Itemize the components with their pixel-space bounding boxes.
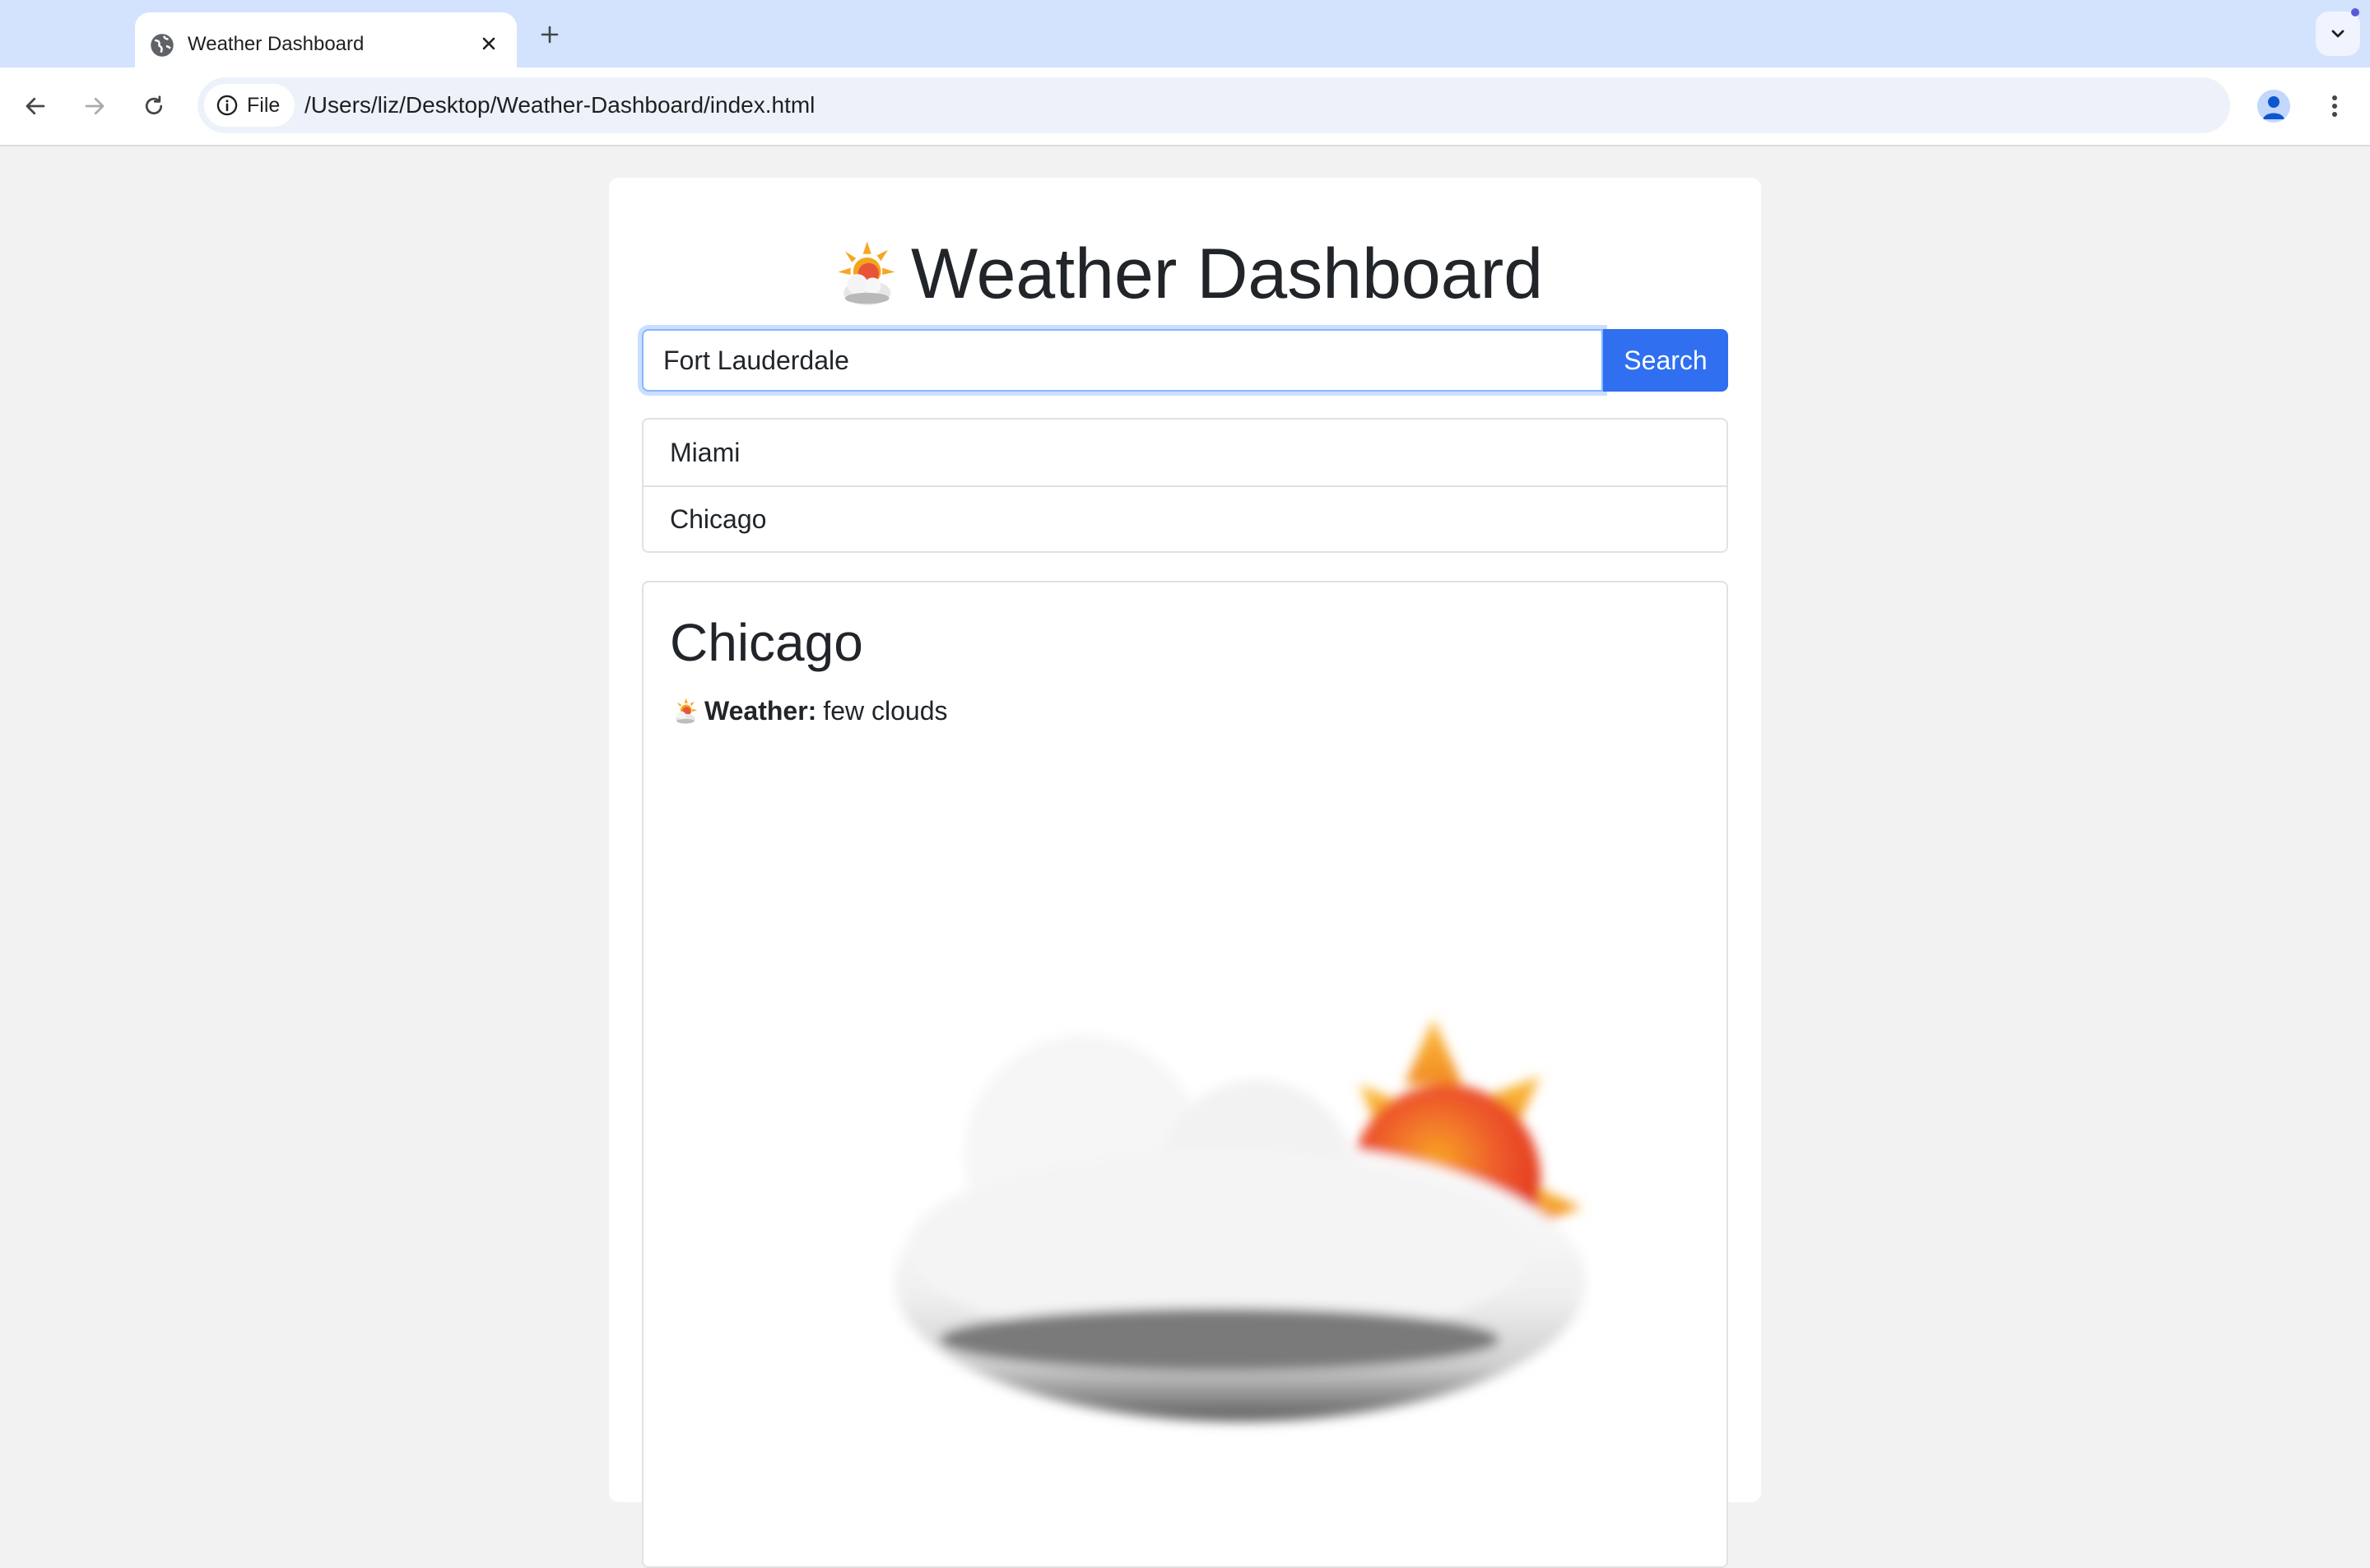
tab-strip: Weather Dashboard [0,0,2370,67]
address-bar[interactable]: File /Users/liz/Desktop/Weather-Dashboar… [198,77,2230,133]
weather-label: Weather: [704,696,817,726]
page-heading: Weather Dashboard [910,234,1544,313]
result-city-name: Chicago [670,613,863,672]
new-tab-button[interactable] [532,16,568,53]
info-icon [216,95,238,116]
kebab-menu-icon [2332,95,2337,117]
weather-value: few clouds [823,696,948,726]
browser-tab[interactable]: Weather Dashboard [135,12,517,67]
notification-dot [2351,8,2359,16]
search-button[interactable]: Search [1603,329,1728,392]
weather-result-card: Chicago Weather: few clouds [642,581,1728,1568]
weather-description: Weather: few clouds [670,696,948,726]
page-title: Weather Dashboard [609,234,1761,315]
arrow-left-icon [26,97,45,115]
sun-behind-cloud-icon [670,698,698,726]
arrow-right-icon [85,97,105,115]
reload-button[interactable] [133,86,174,127]
tab-title: Weather Dashboard [188,33,365,55]
site-info-label: File [247,93,281,117]
search-bar: Search [642,329,1728,392]
dashboard-container: Weather Dashboard Search Miami Chicago C… [609,178,1761,1568]
reload-icon [145,95,163,115]
profile-button[interactable] [2252,84,2296,128]
history-item-miami[interactable]: Miami [644,420,1726,485]
globe-icon [150,33,174,58]
browser-toolbar: File /Users/liz/Desktop/Weather-Dashboar… [0,67,2370,146]
forward-button[interactable] [74,86,115,127]
tab-search-button[interactable] [2316,12,2360,56]
search-history-list: Miami Chicago [642,418,1728,553]
url-text[interactable]: /Users/liz/Desktop/Weather-Dashboard/ind… [304,92,815,118]
plus-icon [541,26,559,44]
sun-behind-cloud-icon [827,240,896,309]
browser-menu-button[interactable] [2314,86,2355,127]
chevron-down-icon [2331,30,2344,38]
person-icon [2257,90,2290,123]
close-icon[interactable] [472,27,505,60]
site-info-chip[interactable]: File [204,84,295,127]
history-item-chicago[interactable]: Chicago [644,485,1726,551]
city-search-input[interactable] [642,329,1603,392]
sun-behind-cloud-icon [825,977,1631,1504]
back-button[interactable] [15,86,56,127]
